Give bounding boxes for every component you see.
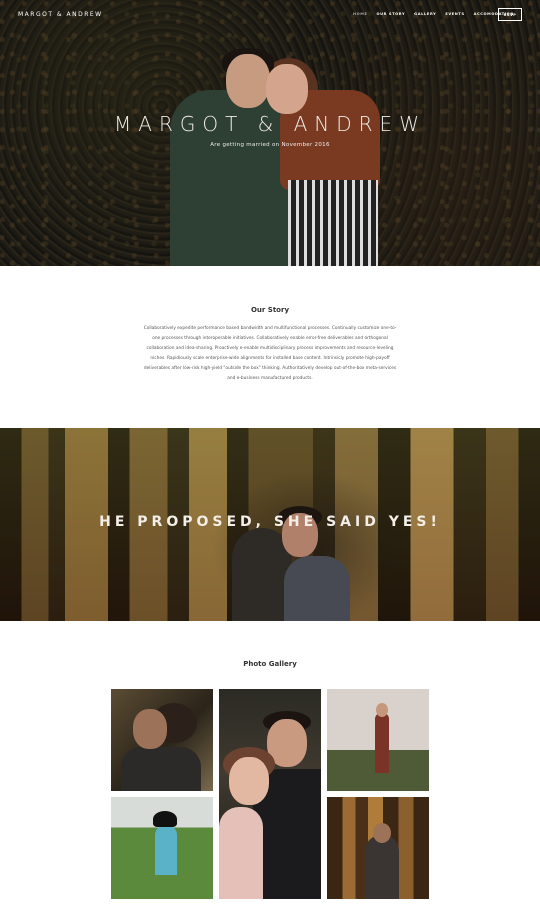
gallery-photo-5[interactable]	[327, 797, 429, 899]
top-nav: MARGOT & ANDREW HOME OUR STORY GALLERY E…	[0, 0, 540, 30]
rsvp-button[interactable]: RSVP	[498, 8, 522, 21]
gallery-title: Photo Gallery	[243, 660, 297, 668]
nav-menu: HOME OUR STORY GALLERY EVENTS ACCOMODATI…	[353, 12, 514, 16]
gallery-photo-2[interactable]	[219, 689, 321, 899]
nav-item-events[interactable]: EVENTS	[445, 12, 464, 16]
hero-couple-photo	[170, 30, 390, 266]
proposal-title: HE PROPOSED, SHE SAID YES!	[99, 514, 441, 530]
brand-logo[interactable]: MARGOT & ANDREW	[18, 11, 103, 18]
story-text: Collaboratively expedite performance bas…	[143, 326, 397, 381]
nav-item-home[interactable]: HOME	[353, 12, 368, 16]
nav-item-gallery[interactable]: GALLERY	[414, 12, 436, 16]
nav-item-our-story[interactable]: OUR STORY	[377, 12, 406, 16]
gallery-photo-3[interactable]	[327, 689, 429, 791]
hero-title: MARGOT & ANDREW	[114, 112, 426, 136]
gallery-photo-4[interactable]	[111, 797, 213, 899]
hero-subtitle: Are getting married on November 2016	[210, 142, 330, 148]
story-title: Our Story	[250, 306, 290, 314]
gallery-photo-1[interactable]	[111, 689, 213, 791]
